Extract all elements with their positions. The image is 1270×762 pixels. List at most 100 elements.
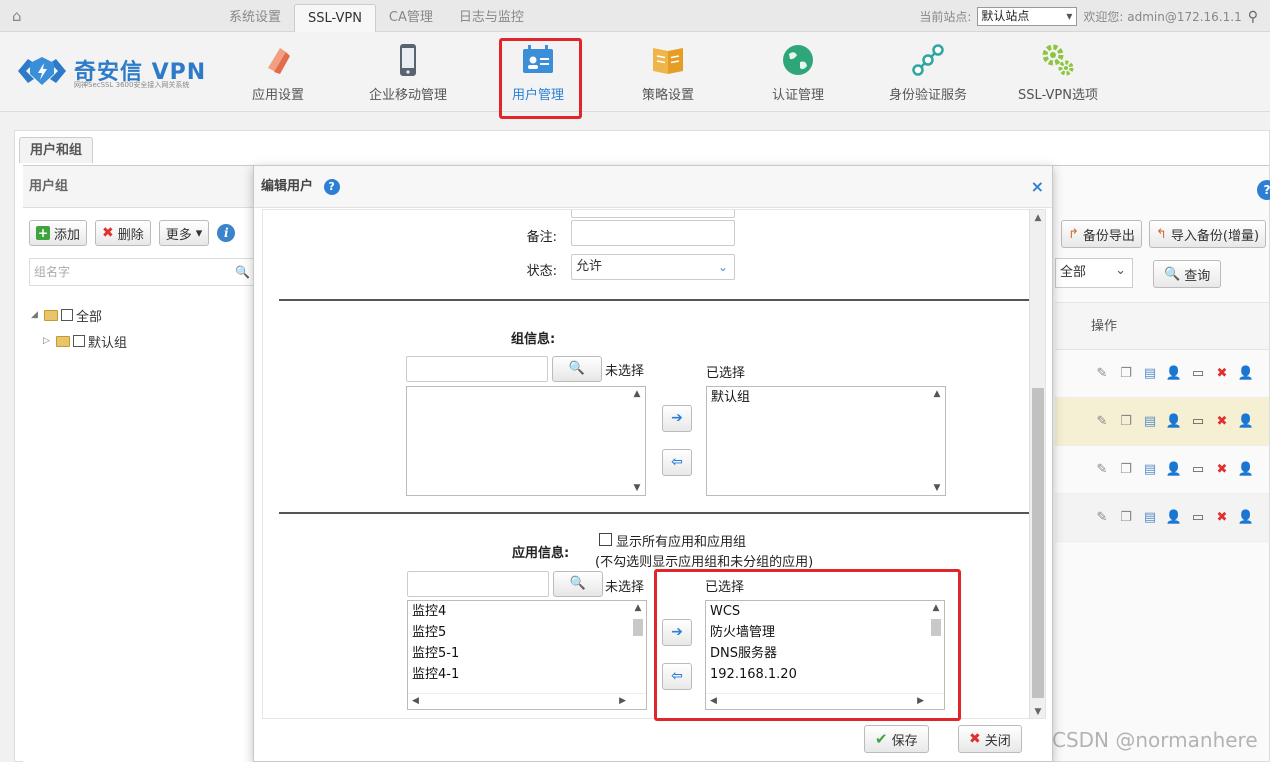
edit-icon[interactable]: ✎ (1093, 365, 1111, 383)
dialog-scrollbar[interactable]: ▲ ▼ (1029, 210, 1045, 718)
certificate-icon[interactable]: ▤ (1141, 461, 1159, 479)
tab-ssl-vpn[interactable]: SSL-VPN (294, 4, 376, 32)
user-icon[interactable]: 👤 (1165, 365, 1183, 383)
site-select[interactable]: 默认站点 (977, 7, 1078, 26)
monitor-icon[interactable]: ▭ (1189, 413, 1207, 431)
expand-icon[interactable]: ◢ (31, 310, 41, 320)
home-icon[interactable]: ⌂ (12, 8, 30, 24)
query-button[interactable]: 🔍 查询 (1153, 260, 1222, 288)
show-all-apps-checkbox[interactable] (599, 533, 612, 546)
copy-icon[interactable]: ❐ (1117, 461, 1135, 479)
group-search-button[interactable]: 🔍 (552, 356, 602, 382)
close-icon[interactable]: × (1031, 166, 1044, 208)
module-identity-service[interactable]: 身份验证服务 (868, 42, 988, 103)
previous-field[interactable] (571, 210, 735, 218)
tab-users-and-groups[interactable]: 用户和组 (19, 137, 94, 163)
search-icon[interactable]: 🔍 (235, 259, 250, 285)
more-button[interactable]: 更多 ▾ (158, 220, 210, 246)
list-scrollbar[interactable]: ▲▼ (629, 387, 645, 495)
user-lock-icon[interactable]: 👤 (1237, 509, 1255, 527)
user-icon[interactable]: 👤 (1165, 509, 1183, 527)
scroll-down-icon[interactable]: ▼ (1030, 704, 1045, 718)
status-select[interactable]: 允许 ⌄ (571, 254, 735, 280)
group-unselected-list[interactable]: ▲ ▼ (406, 386, 646, 496)
edit-icon[interactable]: ✎ (1093, 509, 1111, 527)
add-group-button[interactable]: + 添加 (29, 220, 88, 246)
tree-checkbox[interactable] (73, 335, 85, 347)
module-app-settings[interactable]: 应用设置 (218, 42, 338, 103)
module-auth-management[interactable]: 认证管理 (738, 42, 858, 103)
list-item[interactable]: 监控5 (408, 622, 646, 643)
user-lock-icon[interactable]: 👤 (1237, 413, 1255, 431)
watermark: CSDN @normanhere (1052, 728, 1258, 752)
module-policy-settings[interactable]: 策略设置 (608, 42, 728, 103)
tab-system-settings[interactable]: 系统设置 (216, 4, 294, 32)
group-search-input[interactable]: 组名字 🔍 (29, 258, 255, 286)
scroll-thumb[interactable] (1032, 388, 1044, 698)
close-button[interactable]: ✖ 关闭 (958, 725, 1022, 753)
app-unselected-list[interactable]: 监控4 监控5 监控5-1 监控4-1 ▲▼ ◀▶ (407, 600, 647, 710)
app-search-input[interactable] (407, 571, 549, 597)
filter-select[interactable]: 全部 (1055, 257, 1133, 288)
copy-icon[interactable]: ❐ (1117, 365, 1135, 383)
list-scrollbar[interactable]: ▲▼ (929, 387, 945, 495)
export-icon: ↱ (1068, 226, 1079, 242)
group-selected-list[interactable]: 默认组 ▲ ▼ (706, 386, 946, 496)
table-row: ✎ ❐ ▤ 👤 ▭ ✖ 👤 (1055, 350, 1269, 398)
user-icon[interactable]: 👤 (1165, 461, 1183, 479)
edit-icon[interactable]: ✎ (1093, 413, 1111, 431)
list-item[interactable]: 监控5-1 (408, 643, 646, 664)
delete-icon[interactable]: ✖ (1213, 509, 1231, 527)
copy-icon[interactable]: ❐ (1117, 509, 1135, 527)
module-sslvpn-options[interactable]: SSL-VPN选项 (998, 42, 1118, 103)
scroll-up-icon[interactable]: ▲ (1030, 210, 1045, 226)
tree-node-default-group[interactable]: ▷ 默认组 (31, 328, 127, 354)
show-all-apps-label: 显示所有应用和应用组 (616, 535, 747, 550)
monitor-icon[interactable]: ▭ (1189, 365, 1207, 383)
move-left-button[interactable]: ⇦ (662, 449, 692, 476)
table-row: ✎ ❐ ▤ 👤 ▭ ✖ 👤 (1055, 446, 1269, 494)
delete-icon[interactable]: ✖ (1213, 413, 1231, 431)
edit-icon[interactable]: ✎ (1093, 461, 1111, 479)
app-search-button[interactable]: 🔍 (553, 571, 603, 597)
info-icon[interactable]: i (217, 224, 236, 242)
list-hscrollbar[interactable]: ◀ ▶ (408, 693, 646, 709)
module-mobile-management[interactable]: 企业移动管理 (348, 42, 468, 103)
logo-icon (18, 57, 66, 85)
tree-node-all[interactable]: ◢ 全部 (31, 302, 127, 328)
status-label: 状态: (526, 264, 557, 279)
help-icon[interactable]: ? (1257, 180, 1270, 200)
monitor-icon[interactable]: ▭ (1189, 509, 1207, 527)
key-icon[interactable]: ⚲ (1248, 9, 1258, 25)
close-icon: ✖ (969, 731, 981, 747)
certificate-icon[interactable]: ▤ (1141, 413, 1159, 431)
user-lock-icon[interactable]: 👤 (1237, 461, 1255, 479)
remark-input[interactable] (571, 220, 735, 246)
list-item[interactable]: 默认组 (707, 387, 945, 408)
help-icon[interactable]: ? (323, 178, 340, 195)
delete-group-button[interactable]: ✖ 删除 (95, 220, 151, 246)
tab-ca-management[interactable]: CA管理 (376, 4, 446, 32)
certificate-icon[interactable]: ▤ (1141, 365, 1159, 383)
list-item[interactable]: 监控4-1 (408, 664, 646, 685)
backup-export-button[interactable]: ↱ 备份导出 (1061, 220, 1142, 248)
copy-icon[interactable]: ❐ (1117, 413, 1135, 431)
user-icon[interactable]: 👤 (1165, 413, 1183, 431)
module-header: 奇安信 VPN 网神SecSSL 3600安全接入网关系统 应用设置 企业移动管… (0, 32, 1270, 112)
group-search-input[interactable] (406, 356, 548, 382)
dialog-footer: ✔ 保存 ✖ 关闭 (262, 719, 1046, 762)
import-backup-button[interactable]: ↰ 导入备份(增量) (1149, 220, 1267, 248)
certificate-icon[interactable]: ▤ (1141, 509, 1159, 527)
group-unselected-label: 未选择 (605, 364, 645, 379)
delete-icon[interactable]: ✖ (1213, 365, 1231, 383)
save-button[interactable]: ✔ 保存 (864, 725, 929, 753)
remark-label: 备注: (526, 230, 557, 245)
delete-icon[interactable]: ✖ (1213, 461, 1231, 479)
move-right-button[interactable]: ➔ (662, 405, 692, 432)
collapse-icon[interactable]: ▷ (43, 336, 53, 346)
tree-checkbox[interactable] (61, 309, 73, 321)
monitor-icon[interactable]: ▭ (1189, 461, 1207, 479)
list-item[interactable]: 监控4 (408, 601, 646, 622)
user-lock-icon[interactable]: 👤 (1237, 365, 1255, 383)
tab-logs-monitoring[interactable]: 日志与监控 (446, 4, 537, 32)
